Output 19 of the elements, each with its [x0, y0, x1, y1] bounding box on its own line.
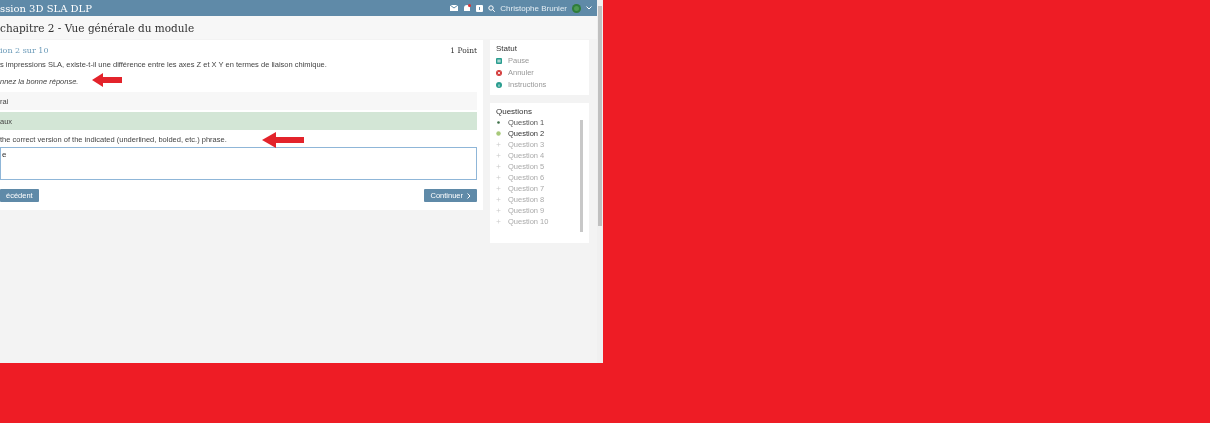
chevron-right-icon — [467, 192, 471, 199]
annotation-arrow — [92, 73, 122, 87]
search-icon[interactable] — [488, 4, 496, 12]
status-title: Statut — [496, 44, 518, 53]
course-title: ssion 3D SLA DLP — [0, 2, 92, 14]
cancel-icon[interactable] — [496, 69, 502, 76]
bell-icon[interactable] — [463, 3, 472, 13]
user-name[interactable]: Christophe Brunier — [500, 3, 567, 13]
pause-icon[interactable] — [496, 57, 502, 64]
info-icon[interactable] — [496, 81, 502, 88]
page-title: chapitre 2 - Vue générale du module — [0, 16, 597, 39]
questions-title: Questions — [496, 107, 534, 116]
scrollbar[interactable] — [580, 120, 583, 232]
question-number: ion 2 sur 10 — [0, 45, 49, 55]
chevron-down-icon[interactable] — [586, 6, 592, 10]
mail-icon[interactable] — [450, 5, 459, 11]
help-icon[interactable] — [476, 4, 484, 12]
answer-field[interactable]: e — [0, 147, 477, 180]
annotation-arrow — [262, 132, 304, 148]
